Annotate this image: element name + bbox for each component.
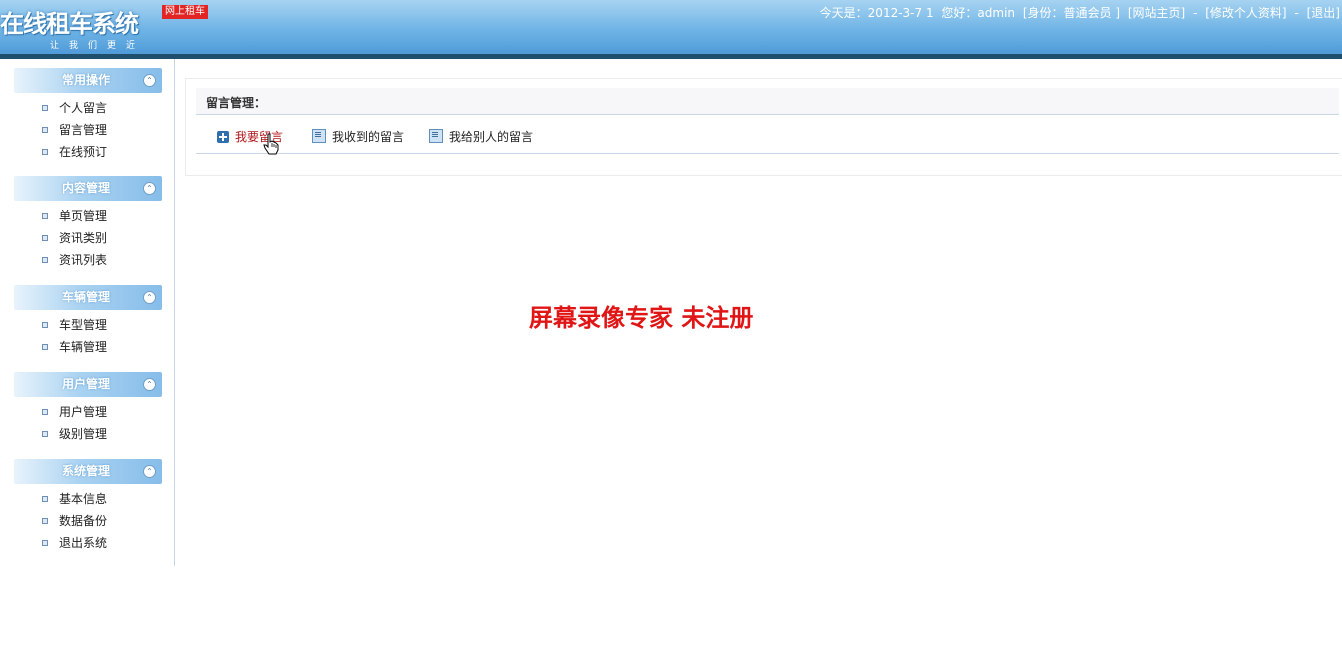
sidebar-item-news-category[interactable]: 资讯类别 xyxy=(14,227,162,249)
edit-profile-link[interactable]: [修改个人资料] xyxy=(1205,6,1286,20)
separator: - xyxy=(1294,6,1299,20)
collapse-icon[interactable]: ⌃ xyxy=(143,465,156,478)
menu-group-system: 系统管理 ⌃ 基本信息 数据备份 退出系统 xyxy=(14,459,162,554)
bullet-icon xyxy=(42,344,48,350)
sidebar-item-label: 在线预订 xyxy=(59,145,108,159)
sidebar-item-label: 资讯列表 xyxy=(59,253,108,267)
sidebar-item-label: 退出系统 xyxy=(59,536,108,550)
sidebar-item-exit-system[interactable]: 退出系统 xyxy=(14,532,162,554)
header-bar: 在线租车系统 让我们更近 网上租车 今天是：2012-3-7 1 您好：admi… xyxy=(0,0,1342,59)
sidebar-item-car-models[interactable]: 车型管理 xyxy=(14,314,162,336)
sidebar-item-level-management[interactable]: 级别管理 xyxy=(14,423,162,445)
sidebar-item-message-management[interactable]: 留言管理 xyxy=(14,119,162,141)
sidebar-item-online-booking[interactable]: 在线预订 xyxy=(14,141,162,163)
sidebar-item-user-management[interactable]: 用户管理 xyxy=(14,401,162,423)
tab-received-messages[interactable]: 我收到的留言 xyxy=(312,128,404,145)
list-icon xyxy=(429,129,443,143)
sidebar-item-label: 个人留言 xyxy=(59,101,108,115)
logo-slogan: 让我们更近 xyxy=(50,41,146,51)
sidebar-item-label: 车辆管理 xyxy=(59,340,108,354)
menu-group-vehicles: 车辆管理 ⌃ 车型管理 车辆管理 xyxy=(14,285,162,358)
sidebar-item-label: 级别管理 xyxy=(59,427,108,441)
user-identity: [身份：普通会员 ] xyxy=(1022,6,1121,20)
sidebar-item-label: 留言管理 xyxy=(59,123,108,137)
panel-title-bar: 留言管理： xyxy=(196,88,1339,115)
hand-cursor-icon xyxy=(263,133,279,155)
sidebar-item-vehicle-management[interactable]: 车辆管理 xyxy=(14,336,162,358)
sidebar-item-label: 用户管理 xyxy=(59,405,108,419)
menu-group-title: 用户管理 xyxy=(62,377,111,391)
logo-badge: 网上租车 xyxy=(162,5,208,19)
sidebar-item-news-list[interactable]: 资讯列表 xyxy=(14,249,162,271)
bullet-icon xyxy=(42,496,48,502)
sidebar-item-label: 数据备份 xyxy=(59,514,108,528)
sidebar-item-label: 资讯类别 xyxy=(59,231,108,245)
sidebar-item-basic-info[interactable]: 基本信息 xyxy=(14,488,162,510)
recorder-watermark: 屏幕录像专家 未注册 xyxy=(529,303,754,332)
bullet-icon xyxy=(42,431,48,437)
bullet-icon xyxy=(42,409,48,415)
user-greeting: 您好：admin xyxy=(941,6,1016,20)
sidebar-item-personal-message[interactable]: 个人留言 xyxy=(14,97,162,119)
menu-group-title: 常用操作 xyxy=(62,73,111,87)
collapse-icon[interactable]: ⌃ xyxy=(143,74,156,87)
bullet-icon xyxy=(42,322,48,328)
sidebar-item-single-page[interactable]: 单页管理 xyxy=(14,205,162,227)
panel-title: 留言管理： xyxy=(206,96,267,110)
bullet-icon xyxy=(42,235,48,241)
sidebar: 常用操作 ⌃ 个人留言 留言管理 在线预订 内容管理 ⌃ 单页管理 资讯类别 资… xyxy=(0,59,175,566)
sidebar-item-label: 单页管理 xyxy=(59,209,108,223)
bullet-icon xyxy=(42,257,48,263)
bullet-icon xyxy=(42,213,48,219)
current-date: 今天是：2012-3-7 1 xyxy=(819,6,934,20)
menu-group-header[interactable]: 车辆管理 ⌃ xyxy=(14,285,162,310)
sidebar-item-label: 基本信息 xyxy=(59,492,108,506)
collapse-icon[interactable]: ⌃ xyxy=(143,378,156,391)
tab-bar: 我要留言 我收到的留言 我给别人的留言 xyxy=(196,115,1339,154)
logout-link[interactable]: [退出] xyxy=(1307,6,1340,20)
tab-label: 我收到的留言 xyxy=(332,130,405,144)
user-info-bar: 今天是：2012-3-7 1 您好：admin [身份：普通会员 ] [网站主页… xyxy=(816,4,1340,21)
content-panel: 留言管理： 我要留言 我收到的留言 我给别人的留言 xyxy=(185,78,1342,176)
logo-title: 在线租车系统 xyxy=(0,10,139,38)
tab-sent-messages[interactable]: 我给别人的留言 xyxy=(429,128,533,145)
add-icon xyxy=(217,131,229,143)
menu-group-users: 用户管理 ⌃ 用户管理 级别管理 xyxy=(14,372,162,445)
menu-group-header[interactable]: 常用操作 ⌃ xyxy=(14,68,162,93)
menu-group-header[interactable]: 内容管理 ⌃ xyxy=(14,176,162,201)
collapse-icon[interactable]: ⌃ xyxy=(143,182,156,195)
menu-group-header[interactable]: 系统管理 ⌃ xyxy=(14,459,162,484)
menu-group-title: 系统管理 xyxy=(62,464,111,478)
menu-group-content: 内容管理 ⌃ 单页管理 资讯类别 资讯列表 xyxy=(14,176,162,271)
collapse-icon[interactable]: ⌃ xyxy=(143,291,156,304)
separator: - xyxy=(1193,6,1198,20)
bullet-icon xyxy=(42,149,48,155)
menu-group-title: 内容管理 xyxy=(62,181,111,195)
bullet-icon xyxy=(42,518,48,524)
list-icon xyxy=(312,129,326,143)
menu-group-common: 常用操作 ⌃ 个人留言 留言管理 在线预订 xyxy=(14,68,162,163)
bullet-icon xyxy=(42,127,48,133)
bullet-icon xyxy=(42,540,48,546)
bullet-icon xyxy=(42,105,48,111)
sidebar-item-data-backup[interactable]: 数据备份 xyxy=(14,510,162,532)
site-home-link[interactable]: [网站主页] xyxy=(1128,6,1185,20)
tab-label: 我给别人的留言 xyxy=(449,130,534,144)
menu-group-title: 车辆管理 xyxy=(62,290,111,304)
menu-group-header[interactable]: 用户管理 ⌃ xyxy=(14,372,162,397)
sidebar-item-label: 车型管理 xyxy=(59,318,108,332)
